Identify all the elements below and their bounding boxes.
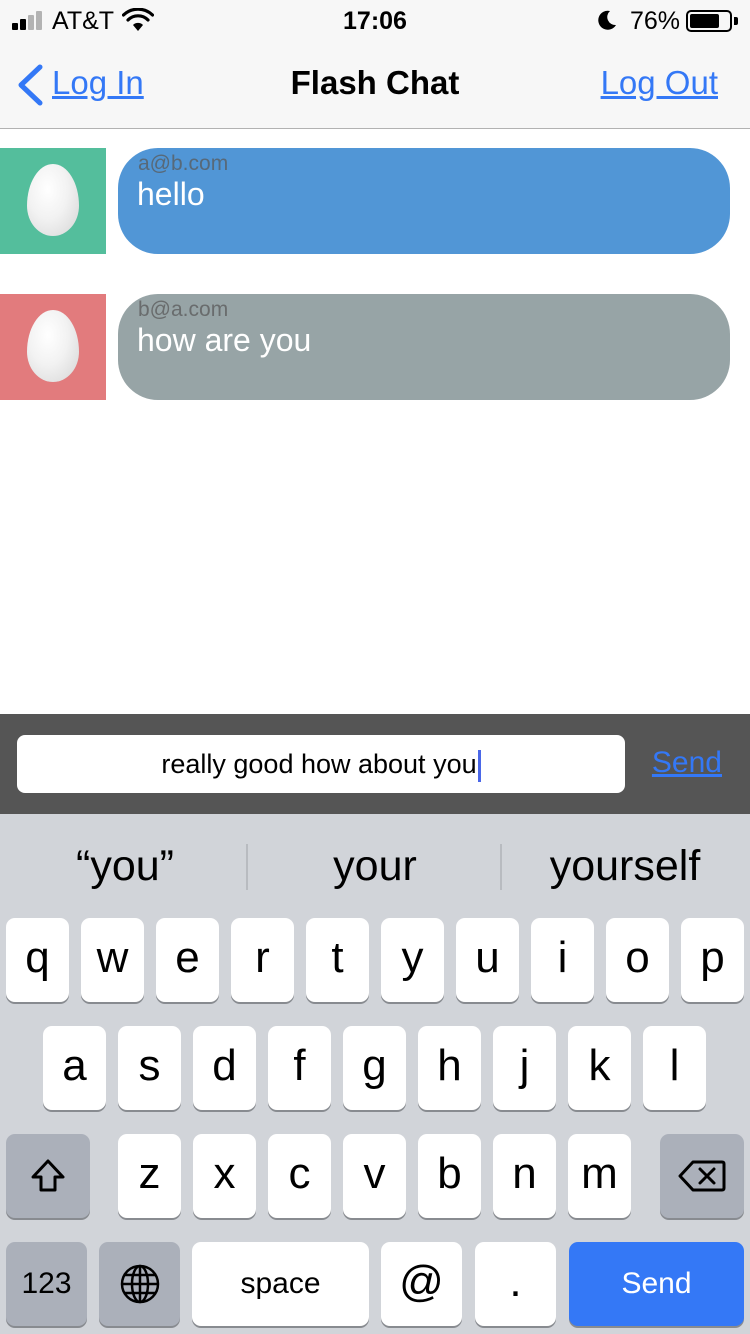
key-c[interactable]: c	[268, 1134, 331, 1218]
key-j[interactable]: j	[493, 1026, 556, 1110]
key-g[interactable]: g	[343, 1026, 406, 1110]
avatar	[0, 148, 106, 254]
key-l[interactable]: l	[643, 1026, 706, 1110]
message-sender: b@a.com	[138, 298, 229, 321]
key-b[interactable]: b	[418, 1134, 481, 1218]
key-q[interactable]: q	[6, 918, 69, 1002]
text-cursor	[477, 749, 481, 782]
period-key[interactable]: .	[475, 1242, 556, 1326]
avatar	[0, 294, 106, 400]
key-h[interactable]: h	[418, 1026, 481, 1110]
numbers-key[interactable]: 123	[6, 1242, 87, 1326]
status-bar: AT&T 17:06 76%	[0, 0, 750, 40]
key-u[interactable]: u	[456, 918, 519, 1002]
key-k[interactable]: k	[568, 1026, 631, 1110]
key-y[interactable]: y	[381, 918, 444, 1002]
keyboard: “you” your yourself q w e r t y u i o p …	[0, 814, 750, 1334]
message-input-value: really good how about you	[161, 749, 477, 779]
at-key[interactable]: @	[381, 1242, 462, 1326]
key-t[interactable]: t	[306, 918, 369, 1002]
key-a[interactable]: a	[43, 1026, 106, 1110]
backspace-icon	[678, 1160, 726, 1192]
key-n[interactable]: n	[493, 1134, 556, 1218]
predictive-bar: “you” your yourself	[0, 814, 750, 918]
suggestion-item[interactable]: “you”	[0, 842, 250, 891]
message-input[interactable]: really good how about you	[17, 735, 625, 793]
keyboard-send-key[interactable]: Send	[569, 1242, 744, 1326]
message-bubble: b@a.com how are you	[118, 294, 730, 400]
suggestion-item[interactable]: yourself	[500, 842, 750, 891]
message-body: hello	[137, 176, 205, 212]
key-w[interactable]: w	[81, 918, 144, 1002]
battery-percent: 76%	[630, 7, 681, 35]
key-o[interactable]: o	[606, 918, 669, 1002]
compose-bar: really good how about you Send	[0, 714, 750, 814]
message-row: b@a.com how are you	[0, 294, 750, 400]
battery-icon	[686, 10, 732, 32]
key-m[interactable]: m	[568, 1134, 631, 1218]
logout-button[interactable]: Log Out	[601, 64, 718, 102]
send-button[interactable]: Send	[652, 746, 722, 780]
key-f[interactable]: f	[268, 1026, 331, 1110]
key-p[interactable]: p	[681, 918, 744, 1002]
shift-icon	[31, 1159, 65, 1192]
key-r[interactable]: r	[231, 918, 294, 1002]
backspace-key[interactable]	[660, 1134, 744, 1218]
globe-key[interactable]	[99, 1242, 180, 1326]
moon-icon	[598, 10, 616, 30]
key-v[interactable]: v	[343, 1134, 406, 1218]
key-z[interactable]: z	[118, 1134, 181, 1218]
message-row: a@b.com hello	[0, 148, 750, 254]
space-key[interactable]: space	[192, 1242, 369, 1326]
message-body: how are you	[137, 322, 312, 358]
egg-icon	[27, 164, 79, 236]
message-sender: a@b.com	[138, 152, 229, 175]
suggestion-item[interactable]: your	[250, 842, 500, 891]
battery-tip	[734, 17, 738, 25]
egg-icon	[27, 310, 79, 382]
shift-key[interactable]	[6, 1134, 90, 1218]
suggestion-divider	[246, 844, 248, 890]
globe-icon	[120, 1264, 159, 1304]
message-bubble: a@b.com hello	[118, 148, 730, 254]
key-e[interactable]: e	[156, 918, 219, 1002]
key-x[interactable]: x	[193, 1134, 256, 1218]
key-i[interactable]: i	[531, 918, 594, 1002]
key-s[interactable]: s	[118, 1026, 181, 1110]
navigation-bar: Log In Flash Chat Log Out	[0, 40, 750, 129]
key-d[interactable]: d	[193, 1026, 256, 1110]
